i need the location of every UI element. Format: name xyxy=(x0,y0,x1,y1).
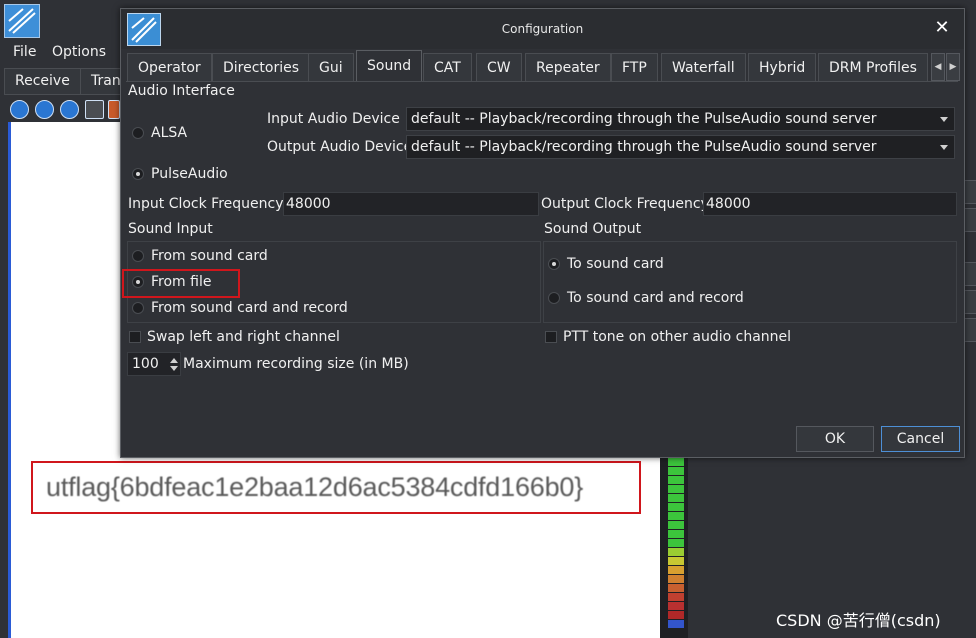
meter-segment xyxy=(668,521,684,529)
tab-directories[interactable]: Directories xyxy=(212,53,311,81)
configuration-dialog: Configuration ✕ Operator Directories Gui… xyxy=(120,8,965,458)
meter-segment xyxy=(668,458,684,466)
chevron-left-icon[interactable]: ◀ xyxy=(931,53,945,81)
meter-segment xyxy=(668,494,684,502)
audio-interface-heading: Audio Interface xyxy=(128,83,235,99)
from-sound-card-radio[interactable] xyxy=(132,250,144,262)
from-sound-card-label[interactable]: From sound card xyxy=(151,248,268,264)
from-sound-card-and-record-label[interactable]: From sound card and record xyxy=(151,300,348,316)
meter-segment xyxy=(668,620,684,628)
swap-channels-label[interactable]: Swap left and right channel xyxy=(147,329,340,345)
max-recording-label: Maximum recording size (in MB) xyxy=(183,356,409,372)
dialog-title: Configuration xyxy=(501,22,584,36)
output-device-value: default -- Playback/recording through th… xyxy=(411,139,877,155)
toolbar-stop-icon[interactable] xyxy=(35,100,54,119)
swap-channels-checkbox[interactable] xyxy=(129,331,141,343)
toolbar-erase-icon[interactable] xyxy=(108,100,120,119)
meter-segment xyxy=(668,575,684,583)
meter-segment xyxy=(668,512,684,520)
spin-up-icon[interactable] xyxy=(170,358,178,363)
pulseaudio-label[interactable]: PulseAudio xyxy=(151,166,228,182)
flag-text: utflag{6bdfeac1e2baa12d6ac5384cdfd166b0} xyxy=(46,472,584,502)
to-sound-card-label[interactable]: To sound card xyxy=(567,256,664,272)
output-device-select[interactable]: default -- Playback/recording through th… xyxy=(406,135,955,159)
spin-down-icon[interactable] xyxy=(170,366,178,371)
alsa-radio[interactable] xyxy=(132,127,144,139)
cancel-button[interactable]: Cancel xyxy=(881,426,960,452)
meter-segment xyxy=(668,503,684,511)
ptt-tone-checkbox[interactable] xyxy=(545,331,557,343)
chevron-down-icon xyxy=(940,117,948,122)
toolbar-save-icon[interactable] xyxy=(85,100,104,119)
tab-cw[interactable]: CW xyxy=(476,53,522,81)
tab-cat[interactable]: CAT xyxy=(423,53,472,81)
output-clock-field[interactable]: 48000 xyxy=(703,192,957,216)
toolbar-play-icon[interactable] xyxy=(10,100,29,119)
tab-hybrid[interactable]: Hybrid xyxy=(748,53,817,81)
from-file-highlight-box xyxy=(122,269,240,298)
max-recording-spinbox[interactable]: 100 xyxy=(127,352,181,376)
meter-segment xyxy=(668,557,684,565)
to-sound-card-and-record-radio[interactable] xyxy=(548,292,560,304)
from-sound-card-and-record-radio[interactable] xyxy=(132,302,144,314)
sound-input-heading: Sound Input xyxy=(128,221,213,237)
sound-output-heading: Sound Output xyxy=(544,221,642,237)
meter-segment xyxy=(668,476,684,484)
meter-segment xyxy=(668,467,684,475)
chevron-right-icon[interactable]: ▶ xyxy=(946,53,960,81)
app-logo-icon xyxy=(4,4,40,38)
watermark: CSDN @苦行僧(csdn) xyxy=(776,611,941,630)
meter-segment xyxy=(668,539,684,547)
close-icon[interactable]: ✕ xyxy=(933,19,951,37)
ok-button[interactable]: OK xyxy=(796,426,874,452)
tab-ftp[interactable]: FTP xyxy=(611,53,658,81)
meter-segment xyxy=(668,566,684,574)
meter-segment xyxy=(668,485,684,493)
tab-receive[interactable]: Receive xyxy=(4,68,81,95)
meter-segment xyxy=(668,593,684,601)
tab-repeater[interactable]: Repeater xyxy=(525,53,611,81)
meter-segment xyxy=(668,584,684,592)
input-clock-field[interactable]: 48000 xyxy=(283,192,539,216)
input-device-label: Input Audio Device xyxy=(267,111,400,127)
sound-output-group xyxy=(543,241,957,323)
output-device-label: Output Audio Device xyxy=(267,139,413,155)
output-clock-label: Output Clock Frequency xyxy=(541,196,709,212)
pulseaudio-radio[interactable] xyxy=(132,168,144,180)
to-sound-card-radio[interactable] xyxy=(548,258,560,270)
chevron-down-icon xyxy=(940,145,948,150)
tab-operator[interactable]: Operator xyxy=(127,53,212,81)
meter-segment xyxy=(668,602,684,610)
input-device-value: default -- Playback/recording through th… xyxy=(411,111,877,127)
tab-sound[interactable]: Sound xyxy=(356,50,423,81)
meter-segment xyxy=(668,548,684,556)
ptt-tone-label[interactable]: PTT tone on other audio channel xyxy=(563,329,791,345)
max-recording-value: 100 xyxy=(132,356,159,372)
meter-segment xyxy=(668,530,684,538)
tab-drm-profiles[interactable]: DRM Profiles xyxy=(818,53,928,81)
toolbar-refresh-icon[interactable] xyxy=(60,100,79,119)
input-device-select[interactable]: default -- Playback/recording through th… xyxy=(406,107,955,131)
menu-options[interactable]: Options xyxy=(52,44,106,60)
input-clock-label: Input Clock Frequency xyxy=(128,196,284,212)
meter-segment xyxy=(668,611,684,619)
level-meter xyxy=(668,458,684,630)
menu-file[interactable]: File xyxy=(13,44,36,60)
to-sound-card-and-record-label[interactable]: To sound card and record xyxy=(567,290,744,306)
tab-waterfall[interactable]: Waterfall xyxy=(661,53,746,81)
tab-gui[interactable]: Gui xyxy=(308,53,354,81)
alsa-label[interactable]: ALSA xyxy=(151,125,187,141)
